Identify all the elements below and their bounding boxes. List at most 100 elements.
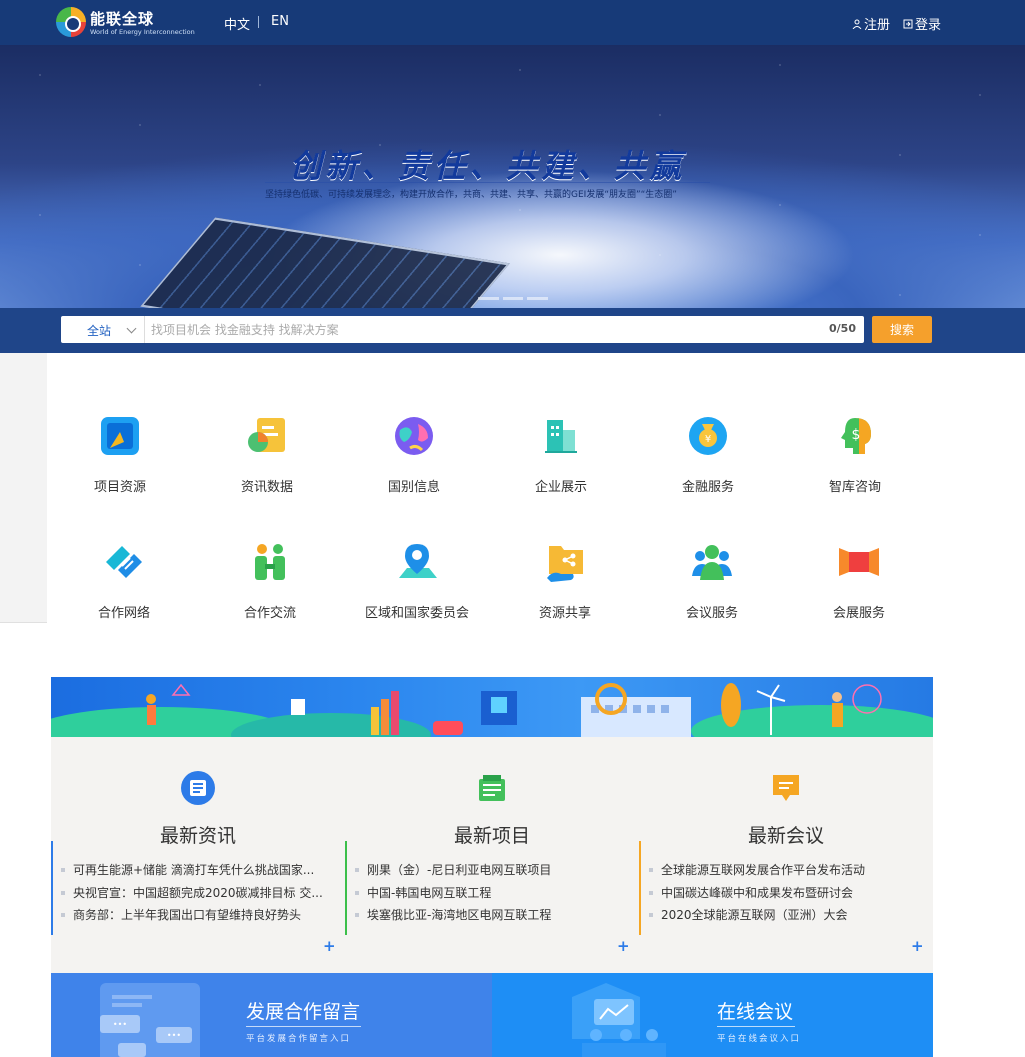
- register-label: 注册: [864, 18, 891, 33]
- handshake-icon: [106, 546, 142, 578]
- card-title: 在线会议: [717, 1001, 794, 1023]
- service-label: 金融服务: [681, 480, 734, 495]
- search-scope-value: 全站: [87, 324, 112, 338]
- logo-mark-icon: [56, 7, 86, 37]
- service-label: 会议服务: [685, 606, 738, 621]
- search-input[interactable]: [151, 319, 801, 340]
- service-exhibitions[interactable]: 会展服务: [794, 540, 924, 621]
- svg-text:$: $: [852, 427, 861, 443]
- news-list: 可再生能源+储能 滴滴打车凭什么挑战国家... 央视官宣：中国超额完成2020碳…: [51, 841, 345, 935]
- svg-text:¥: ¥: [705, 434, 711, 445]
- service-label: 智库咨询: [828, 480, 881, 495]
- service-label: 企业展示: [534, 480, 587, 495]
- think-tank-icon: $: [841, 418, 871, 454]
- service-country-info[interactable]: 国别信息: [349, 414, 479, 495]
- banner-illustration: [146, 683, 882, 737]
- service-label: 合作交流: [243, 606, 296, 621]
- latest-meetings-column: 最新会议 全球能源互联网发展合作平台发布活动 中国碳达峰碳中和成果发布暨研讨会 …: [639, 737, 933, 973]
- search-scope-select[interactable]: 全站: [61, 316, 145, 343]
- list-item[interactable]: 央视官宣：中国超额完成2020碳减排目标 交...: [61, 882, 331, 905]
- service-cooperation-exchange[interactable]: 合作交流: [205, 540, 335, 621]
- meetings-list: 全球能源互联网发展合作平台发布活动 中国碳达峰碳中和成果发布暨研讨会 2020全…: [639, 841, 933, 935]
- service-label: 项目资源: [93, 480, 146, 495]
- chat-bubble-icon: [773, 775, 799, 801]
- svg-text:•••: •••: [113, 1020, 127, 1029]
- card-subtitle: 平台在线会议入口: [717, 1034, 802, 1044]
- service-enterprise-showcase[interactable]: 企业展示: [496, 414, 626, 495]
- cooperation-message-card[interactable]: ••• ••• 发展合作留言 平台发展合作留言入口: [51, 973, 492, 1057]
- building-icon: [545, 420, 577, 453]
- service-finance[interactable]: ¥ 金融服务: [643, 414, 773, 495]
- more-projects-button[interactable]: +: [617, 937, 630, 955]
- list-item[interactable]: 商务部：上半年我国出口有望维持良好势头: [61, 904, 331, 927]
- projects-list: 刚果（金）-尼日利亚电网互联项目 中国-韩国电网互联工程 埃塞俄比亚-海湾地区电…: [345, 841, 639, 935]
- page: 能联全球 World of Energy Interconnection 中文 …: [0, 0, 1025, 1057]
- online-meeting-card[interactable]: 在线会议 平台在线会议入口: [492, 973, 933, 1057]
- more-meetings-button[interactable]: +: [911, 937, 924, 955]
- site-logo[interactable]: 能联全球 World of Energy Interconnection: [56, 7, 206, 39]
- hero-title: 创新、责任、共建、共赢: [289, 147, 686, 185]
- list-item[interactable]: 中国-韩国电网互联工程: [355, 882, 625, 905]
- search-bar: 全站 0/50 搜索: [0, 308, 1025, 353]
- search-box: 全站 0/50: [61, 316, 864, 343]
- card-title: 发展合作留言: [246, 1001, 361, 1023]
- login-label: 登录: [915, 18, 942, 33]
- meeting-icon: [692, 545, 732, 580]
- news-icon: [181, 771, 215, 805]
- register-link[interactable]: 注册: [852, 14, 890, 33]
- logo-subtitle: World of Energy Interconnection: [90, 28, 195, 36]
- user-icon: [852, 19, 862, 29]
- login-icon: [903, 19, 913, 28]
- latest-news-column: 最新资讯 可再生能源+储能 滴滴打车凭什么挑战国家... 央视官宣：中国超额完成…: [51, 737, 345, 973]
- service-label: 资讯数据: [240, 480, 293, 495]
- globe-icon: [395, 417, 433, 455]
- illustration-banner: [51, 677, 933, 737]
- people-exchange-icon: [255, 544, 285, 580]
- hero-subtitle: 坚持绿色低碳、可持续发展理念，构建开放合作，共商、共建、共享、共赢的GEI发展“…: [265, 190, 677, 200]
- latest-projects-column: 最新项目 刚果（金）-尼日利亚电网互联项目 中国-韩国电网互联工程 埃塞俄比亚-…: [345, 737, 639, 973]
- service-label: 合作网络: [97, 606, 150, 621]
- more-news-button[interactable]: +: [323, 937, 336, 955]
- top-header: 能联全球 World of Energy Interconnection 中文 …: [0, 0, 1025, 45]
- hero-divider: [265, 182, 710, 183]
- logo-title: 能联全球: [90, 10, 155, 28]
- service-think-tank[interactable]: $ 智库咨询: [790, 414, 920, 495]
- svg-text:•••: •••: [167, 1031, 181, 1040]
- service-project-resources[interactable]: 项目资源: [55, 414, 185, 495]
- service-label: 会展服务: [832, 606, 885, 621]
- lang-english-link[interactable]: EN: [271, 14, 289, 29]
- list-item[interactable]: 可再生能源+储能 滴滴打车凭什么挑战国家...: [61, 859, 331, 882]
- left-gray-strip: [0, 353, 47, 623]
- hero-banner: 创新、责任、共建、共赢 坚持绿色低碳、可持续发展理念，构建开放合作，共商、共建、…: [0, 45, 1025, 308]
- service-info-data[interactable]: 资讯数据: [202, 414, 332, 495]
- list-item[interactable]: 埃塞俄比亚-海湾地区电网互联工程: [355, 904, 625, 927]
- finance-icon: ¥: [689, 417, 727, 455]
- service-label: 区域和国家委员会: [364, 606, 469, 621]
- list-item[interactable]: 刚果（金）-尼日利亚电网互联项目: [355, 859, 625, 882]
- project-board-icon: [479, 775, 505, 801]
- card-subtitle: 平台发展合作留言入口: [246, 1034, 352, 1044]
- search-char-counter: 0/50: [829, 322, 856, 335]
- service-meetings[interactable]: 会议服务: [647, 540, 777, 621]
- login-link[interactable]: 登录: [903, 14, 941, 33]
- list-item[interactable]: 2020全球能源互联网（亚洲）大会: [649, 904, 919, 927]
- lang-chinese-link[interactable]: 中文: [224, 14, 250, 33]
- service-label: 资源共享: [538, 606, 591, 621]
- search-button[interactable]: 搜索: [872, 316, 932, 343]
- chevron-down-icon: [126, 323, 137, 334]
- list-item[interactable]: 全球能源互联网发展合作平台发布活动: [649, 859, 919, 882]
- message-board-icon: ••• •••: [100, 983, 200, 1057]
- online-meeting-icon: [572, 983, 666, 1057]
- service-resource-sharing[interactable]: 资源共享: [500, 540, 630, 621]
- project-icon: [101, 417, 139, 455]
- list-item[interactable]: 中国碳达峰碳中和成果发布暨研讨会: [649, 882, 919, 905]
- service-label: 国别信息: [387, 480, 440, 495]
- service-regional-committees[interactable]: 区域和国家委员会: [342, 540, 492, 621]
- exhibition-icon: [839, 548, 879, 576]
- service-cooperation-network[interactable]: 合作网络: [59, 540, 189, 621]
- lang-divider: [258, 16, 259, 28]
- share-folder-icon: [547, 546, 583, 582]
- carousel-indicators[interactable]: [478, 297, 549, 300]
- data-icon: [248, 418, 285, 452]
- location-pin-icon: [399, 544, 437, 578]
